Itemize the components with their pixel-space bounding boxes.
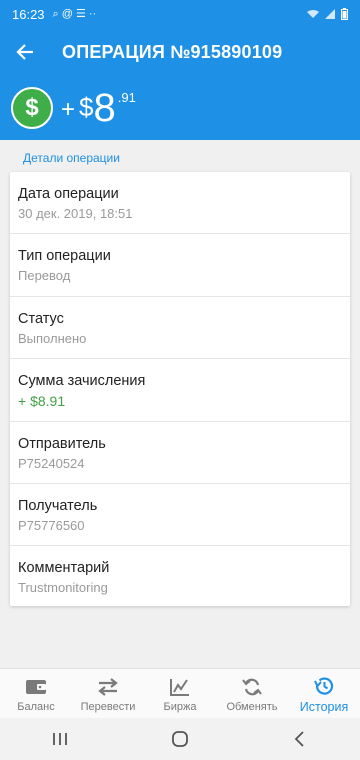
- app-bar: ОПЕРАЦИЯ №915890109: [0, 28, 360, 76]
- nav-label: История: [299, 699, 349, 714]
- history-icon: [313, 674, 335, 698]
- dollar-coin-icon: $: [11, 87, 53, 129]
- detail-label: Получатель: [18, 497, 98, 514]
- back-nav-icon[interactable]: [291, 730, 309, 748]
- amount-fraction: .91: [117, 90, 136, 105]
- wallet-icon: [25, 675, 47, 699]
- nav-label: Обменять: [226, 700, 278, 713]
- nav-balance[interactable]: Баланс: [0, 669, 72, 718]
- detail-row-date: Дата операции 30 дек. 2019, 18:51: [10, 172, 350, 235]
- nav-transfer[interactable]: Перевести: [72, 669, 144, 718]
- amount-sign: +: [61, 96, 76, 123]
- detail-label: Отправитель: [18, 435, 106, 452]
- detail-value: Trustmonitoring: [18, 580, 108, 596]
- status-system-icons: [307, 8, 348, 20]
- detail-value: Перевод: [18, 268, 71, 284]
- status-notification-icons: ⌕ @ ☰ ··: [52, 8, 97, 20]
- detail-label: Дата операции: [18, 186, 119, 202]
- detail-label: Комментарий: [18, 560, 110, 577]
- amount-currency: $: [79, 92, 94, 122]
- exchange-refresh-icon: [242, 675, 262, 699]
- amount-whole: 8: [93, 86, 116, 130]
- detail-row-credit-amount: Сумма зачисления + $8.91: [10, 359, 350, 422]
- detail-label: Статус: [18, 310, 64, 327]
- back-arrow-icon: [16, 44, 33, 60]
- details-card: Дата операции 30 дек. 2019, 18:51 Тип оп…: [10, 172, 350, 606]
- transfer-arrows-icon: [97, 675, 119, 699]
- detail-label: Сумма зачисления: [18, 373, 146, 390]
- detail-value: Выполнено: [18, 330, 87, 346]
- system-nav-bar: [0, 718, 360, 760]
- detail-value: P75776560: [18, 517, 85, 533]
- back-button[interactable]: [0, 28, 50, 76]
- nav-exchange-market[interactable]: Биржа: [144, 669, 216, 718]
- nav-label: Биржа: [163, 700, 197, 713]
- detail-value: P75240524: [18, 455, 85, 471]
- nav-label: Перевести: [80, 700, 136, 713]
- page-title: ОПЕРАЦИЯ №915890109: [62, 41, 283, 62]
- detail-row-sender: Отправитель P75240524: [10, 422, 350, 484]
- signal-icon: [325, 9, 335, 19]
- detail-label: Тип операции: [18, 248, 111, 265]
- detail-row-comment: Комментарий Trustmonitoring: [10, 546, 350, 608]
- nav-history[interactable]: История: [288, 669, 360, 718]
- detail-row-status: Статус Выполнено: [10, 297, 350, 360]
- home-icon[interactable]: [171, 730, 189, 748]
- nav-convert[interactable]: Обменять: [216, 669, 288, 718]
- detail-row-recipient: Получатель P75776560: [10, 484, 350, 547]
- chart-icon: [169, 675, 191, 699]
- detail-row-type: Тип операции Перевод: [10, 234, 350, 297]
- recents-icon[interactable]: [51, 731, 69, 747]
- nav-label: Баланс: [17, 700, 55, 713]
- wifi-icon: [307, 10, 319, 18]
- detail-value: 30 дек. 2019, 18:51: [18, 206, 133, 221]
- amount-display: + $ 8 .91: [61, 86, 136, 130]
- status-bar: 16:23 ⌕ @ ☰ ··: [0, 0, 360, 28]
- section-label: Детали операции: [23, 151, 120, 165]
- amount-header: $ + $ 8 .91: [0, 76, 360, 140]
- detail-value: + $8.91: [18, 393, 66, 410]
- battery-icon: [341, 8, 348, 20]
- bottom-nav: Баланс Перевести Биржа Обменять История: [0, 668, 360, 718]
- status-time: 16:23: [12, 6, 45, 22]
